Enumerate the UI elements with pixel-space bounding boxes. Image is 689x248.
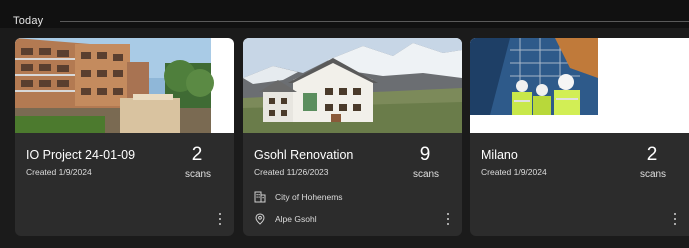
scan-count: 2	[646, 144, 658, 165]
scan-count-label: scans	[412, 169, 440, 180]
dot	[219, 218, 221, 220]
scan-count-label: scans	[639, 169, 667, 180]
dot	[674, 218, 676, 220]
more-options-button[interactable]	[442, 212, 454, 226]
project-card[interactable]: IO Project 24-01-09 Created 1/9/2024 2 s…	[15, 38, 234, 236]
mountain-hut-photo-icon	[243, 38, 462, 133]
scan-count: 9	[419, 144, 431, 165]
construction-workers-photo-icon	[470, 38, 689, 133]
project-title: IO Project 24-01-09	[26, 148, 136, 162]
more-options-button[interactable]	[214, 212, 226, 226]
dot	[674, 213, 676, 215]
section-title: Today	[13, 15, 44, 27]
dot	[447, 223, 449, 225]
project-title: Milano	[481, 148, 518, 162]
project-card[interactable]: Milano Created 1/9/2024 2 scans	[470, 38, 689, 236]
project-created-date: Created 1/9/2024	[26, 167, 92, 177]
project-created-date: Created 1/9/2024	[481, 167, 547, 177]
project-card[interactable]: Gsohl Renovation Created 11/26/2023 9 sc…	[243, 38, 462, 236]
location-name: Alpe Gsohl	[275, 214, 317, 224]
dot	[219, 213, 221, 215]
section-divider	[60, 21, 689, 22]
project-location: Alpe Gsohl	[254, 213, 317, 225]
dot	[674, 223, 676, 225]
project-organization: City of Hohenems	[254, 191, 343, 203]
scan-count: 2	[191, 144, 203, 165]
dot	[219, 223, 221, 225]
scan-count-label: scans	[184, 169, 212, 180]
location-pin-icon	[254, 213, 266, 225]
dot	[447, 213, 449, 215]
project-created-date: Created 11/26/2023	[254, 167, 329, 177]
project-thumbnail[interactable]	[470, 38, 689, 133]
project-thumbnail[interactable]	[243, 38, 462, 133]
project-thumbnail[interactable]	[15, 38, 234, 133]
dot	[447, 218, 449, 220]
more-options-button[interactable]	[669, 212, 681, 226]
section-header: Today	[0, 0, 689, 28]
organization-name: City of Hohenems	[275, 192, 343, 202]
apartment-building-photo-icon	[15, 38, 214, 133]
project-title: Gsohl Renovation	[254, 148, 354, 162]
building-icon	[254, 191, 266, 203]
